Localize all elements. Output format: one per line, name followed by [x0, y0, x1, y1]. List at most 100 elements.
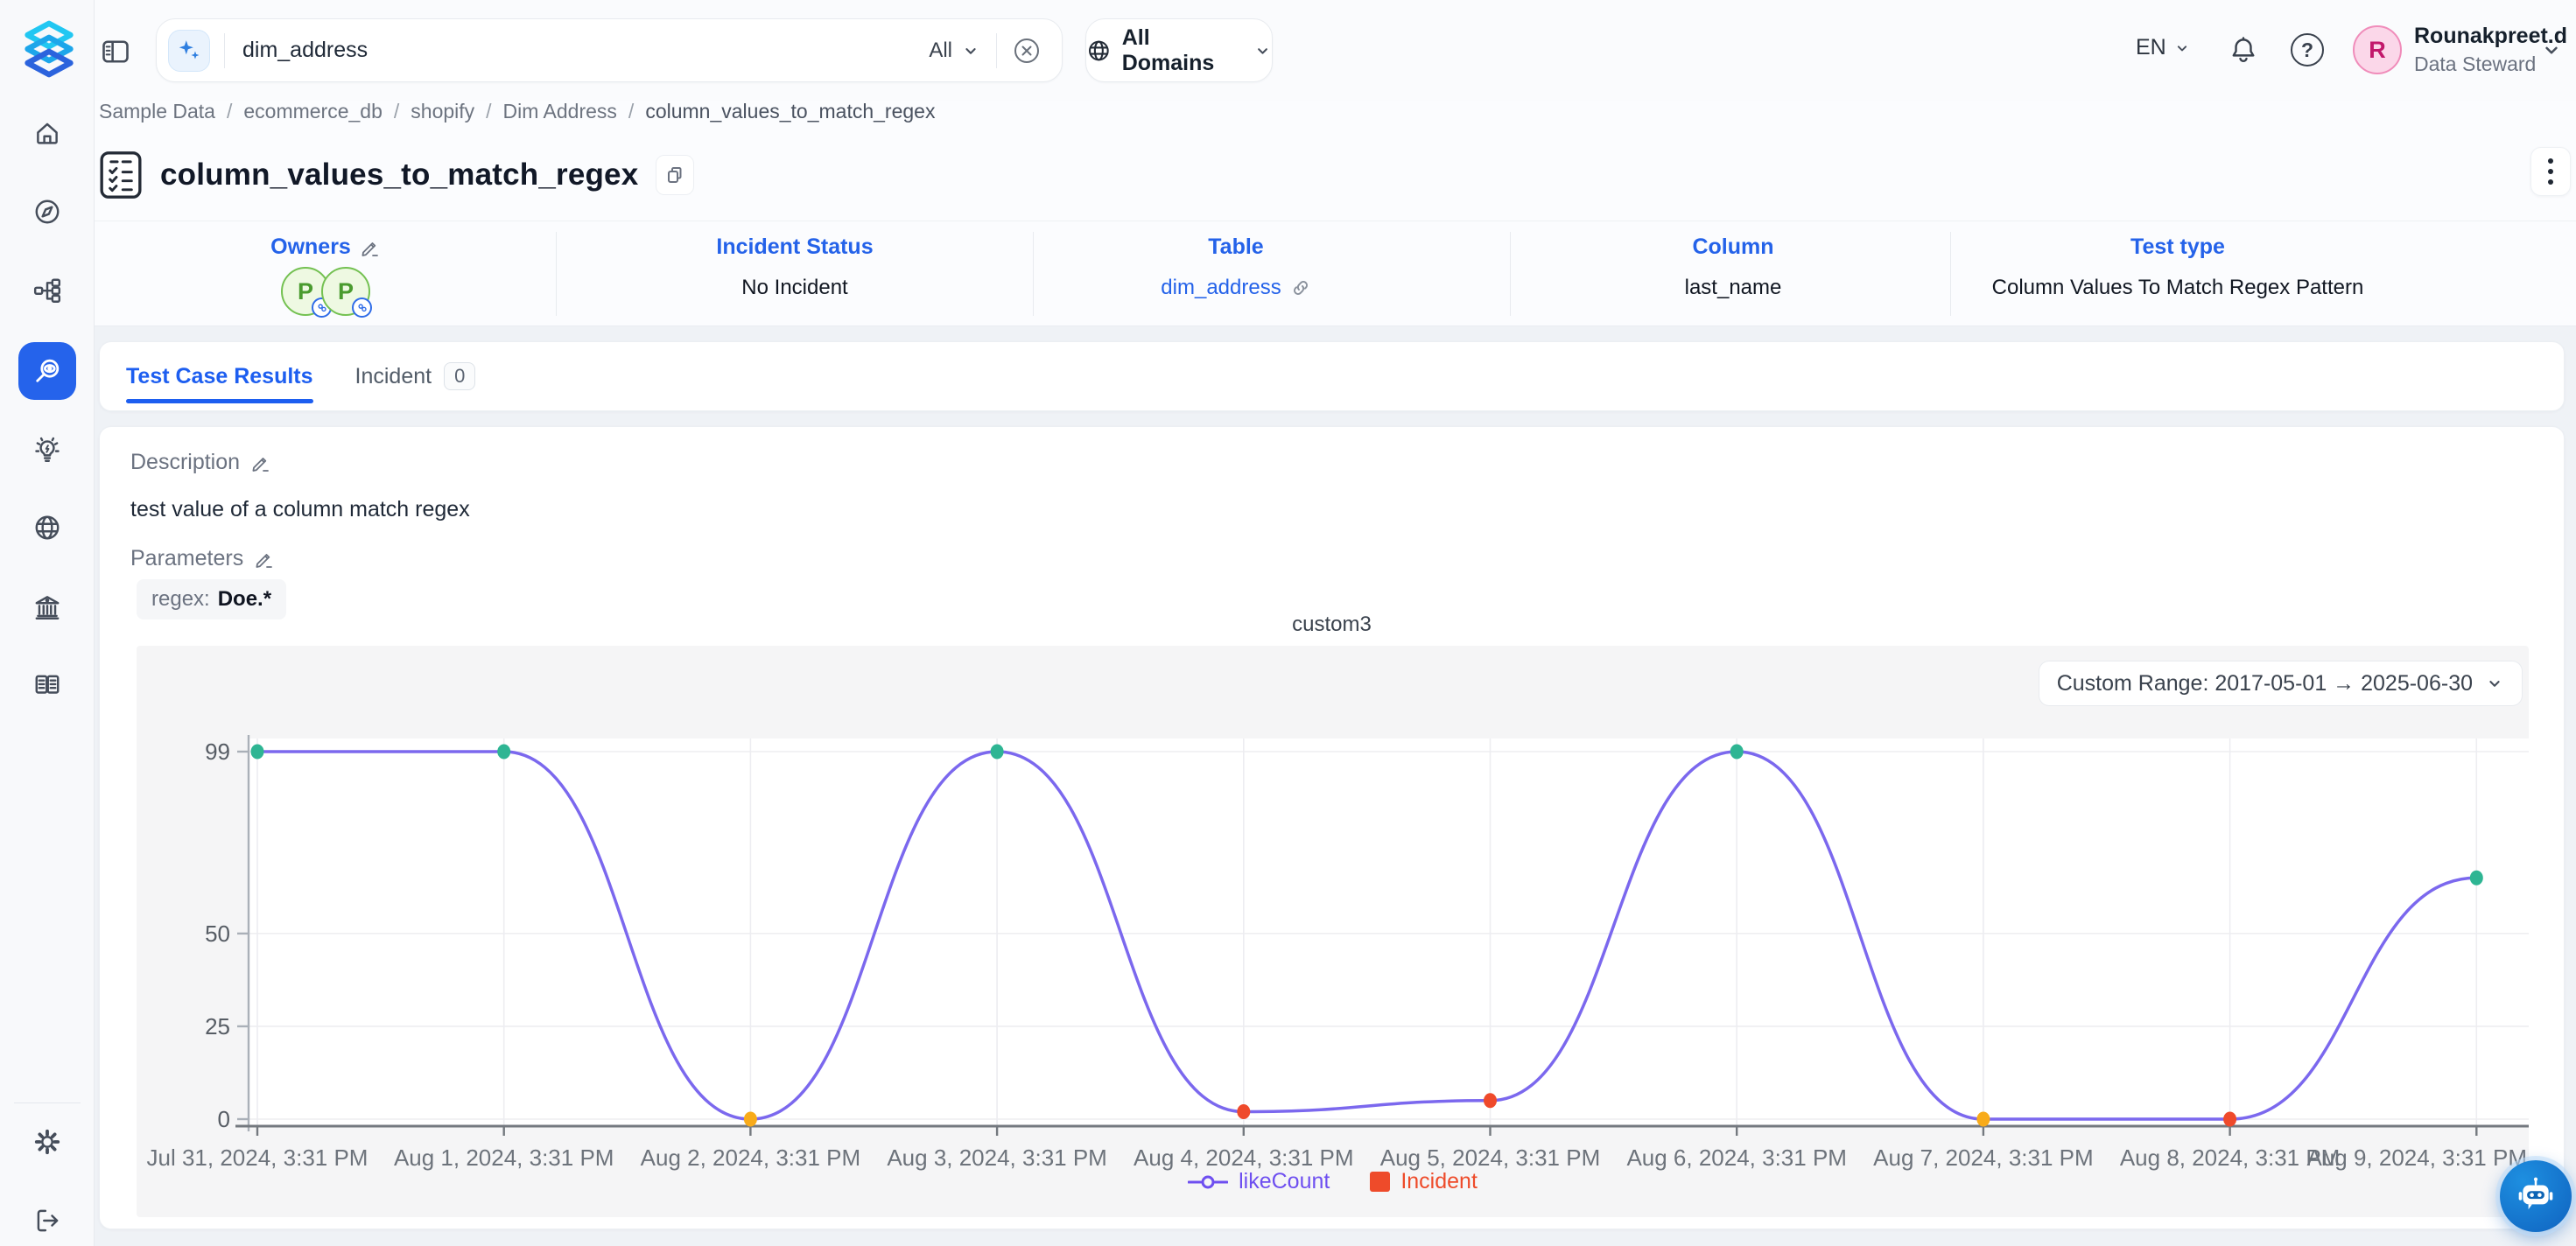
breadcrumb-separator: /	[486, 100, 491, 123]
sidebar-item-logout[interactable]	[18, 1192, 76, 1246]
test-case-results-panel: Description test value of a column match…	[99, 426, 2565, 1229]
breadcrumb-item[interactable]: shopify	[411, 100, 474, 123]
breadcrumb: Sample Data / ecommerce_db / shopify / D…	[99, 100, 935, 123]
breadcrumb-item[interactable]: Dim Address	[503, 100, 617, 123]
column-label: Column	[1692, 234, 1773, 260]
circle-x-icon	[1009, 33, 1044, 68]
sidebar-item-settings[interactable]	[18, 1113, 76, 1171]
language-selector[interactable]: EN	[2136, 35, 2191, 60]
test-case-icon	[99, 150, 143, 200]
breadcrumb-item[interactable]: ecommerce_db	[243, 100, 383, 123]
info-divider	[1510, 232, 1511, 316]
page-title: column_values_to_match_regex	[160, 158, 638, 192]
user-menu-chevron[interactable]	[2540, 38, 2563, 61]
sidebar-item-govern[interactable]	[18, 578, 76, 636]
user-avatar[interactable]: R	[2353, 25, 2402, 74]
global-search-bar[interactable]: dim_address All	[156, 18, 1063, 82]
edit-pencil-icon[interactable]	[360, 237, 381, 258]
sidebar-toggle-button[interactable]	[98, 34, 133, 69]
svg-text:Aug 7, 2024, 3:31 PM: Aug 7, 2024, 3:31 PM	[1873, 1144, 2094, 1171]
domains-label: All Domains	[1122, 25, 1243, 76]
sidebar-item-observability[interactable]	[18, 342, 76, 400]
question-mark-icon: ?	[2291, 33, 2324, 66]
tab-incident[interactable]: Incident 0	[355, 362, 476, 390]
table-link[interactable]: dim_address	[1161, 276, 1310, 300]
svg-text:Aug 6, 2024, 3:31 PM: Aug 6, 2024, 3:31 PM	[1626, 1144, 1847, 1171]
observability-search-eye-icon	[32, 355, 63, 387]
info-incident-status: Incident Status No Incident	[663, 221, 926, 326]
breadcrumb-separator: /	[227, 100, 232, 123]
info-test-type: Test type Column Values To Match Regex P…	[1968, 221, 2388, 326]
line-series-marker-icon	[1188, 1174, 1228, 1190]
chart-panel: Custom Range: 2017-05-01 → 2025-06-30 02…	[137, 646, 2529, 1217]
description-text: test value of a column match regex	[130, 497, 470, 522]
panel-toggle-icon	[100, 36, 131, 67]
owner-avatar[interactable]: P	[321, 267, 370, 316]
legend-item-incident[interactable]: Incident	[1370, 1169, 1478, 1194]
custom-range-label: Custom Range: 2017-05-01 → 2025-06-30	[2057, 671, 2473, 696]
notifications-button[interactable]	[2223, 30, 2264, 70]
svg-text:99: 99	[205, 738, 230, 765]
clear-search-button[interactable]	[1009, 33, 1044, 68]
edit-pencil-icon[interactable]	[254, 549, 275, 570]
tab-test-case-results[interactable]: Test Case Results	[126, 364, 313, 389]
chevron-down-icon	[961, 41, 980, 60]
sidebar-item-lineage[interactable]	[18, 262, 76, 319]
search-divider	[224, 33, 225, 68]
legend-label: likeCount	[1239, 1169, 1330, 1194]
info-divider	[1033, 232, 1034, 316]
tab-label: Test Case Results	[126, 364, 313, 389]
language-label: EN	[2136, 35, 2166, 60]
breadcrumb-item[interactable]: Sample Data	[99, 100, 215, 123]
assistant-chatbot-button[interactable]	[2500, 1160, 2572, 1232]
svg-text:0: 0	[218, 1106, 230, 1132]
test-result-line-chart: 0255099Jul 31, 2024, 3:31 PMAug 1, 2024,…	[137, 646, 2529, 1217]
table-label: Table	[1208, 234, 1263, 260]
chevron-down-icon	[2173, 39, 2191, 57]
app-logo[interactable]	[21, 19, 77, 83]
chevron-down-icon	[2540, 38, 2563, 61]
sidebar-item-home[interactable]	[18, 104, 76, 162]
ai-search-chip[interactable]	[168, 30, 210, 72]
custom-range-dropdown[interactable]: Custom Range: 2017-05-01 → 2025-06-30	[2039, 661, 2523, 706]
chart-legend: likeCount Incident	[137, 1169, 2529, 1194]
legend-item-likecount[interactable]: likeCount	[1188, 1169, 1330, 1194]
table-name: dim_address	[1161, 276, 1281, 300]
info-table: Table dim_address	[1105, 221, 1367, 326]
parameter-key: regex:	[151, 587, 210, 612]
app-screen: dim_address All All Domains EN ?	[0, 0, 2576, 1246]
parameters-section-label: Parameters	[130, 546, 275, 571]
sidebar-item-insights[interactable]	[18, 421, 76, 479]
help-button[interactable]: ?	[2291, 33, 2324, 66]
sparkle-icon	[176, 38, 202, 64]
search-scope-dropdown[interactable]: All	[913, 38, 996, 63]
globe-icon	[32, 513, 62, 542]
info-divider	[556, 232, 557, 316]
breadcrumb-separator: /	[628, 100, 634, 123]
search-divider-2	[996, 33, 997, 68]
link-icon	[1290, 277, 1311, 298]
tab-label: Incident	[355, 364, 432, 389]
svg-text:Aug 9, 2024, 3:31 PM: Aug 9, 2024, 3:31 PM	[2306, 1144, 2527, 1171]
svg-text:25: 25	[205, 1013, 230, 1040]
domains-dropdown[interactable]: All Domains	[1085, 18, 1273, 82]
info-bar: Owners P P	[95, 220, 2576, 326]
owner-initial: P	[298, 278, 313, 305]
search-input[interactable]: dim_address	[242, 38, 913, 63]
sidebar-item-glossary[interactable]	[18, 656, 76, 714]
bell-icon	[2228, 34, 2259, 66]
info-column: Column last_name	[1602, 221, 1864, 326]
column-value: last_name	[1602, 276, 1864, 300]
sidebar-item-domains[interactable]	[18, 499, 76, 556]
info-owners: Owners P P	[194, 221, 457, 326]
svg-text:Aug 2, 2024, 3:31 PM: Aug 2, 2024, 3:31 PM	[641, 1144, 861, 1171]
tabs-bar: Test Case Results Incident 0	[99, 341, 2565, 411]
svg-text:Jul 31, 2024, 3:31 PM: Jul 31, 2024, 3:31 PM	[147, 1144, 369, 1171]
more-options-button[interactable]	[2530, 147, 2571, 196]
edit-pencil-icon[interactable]	[250, 452, 271, 473]
robot-icon	[2516, 1176, 2556, 1216]
sidebar-item-explore[interactable]	[18, 183, 76, 241]
sidebar-divider	[14, 1102, 81, 1103]
copy-title-button[interactable]	[656, 155, 694, 195]
parameter-value: Doe.*	[218, 587, 271, 612]
